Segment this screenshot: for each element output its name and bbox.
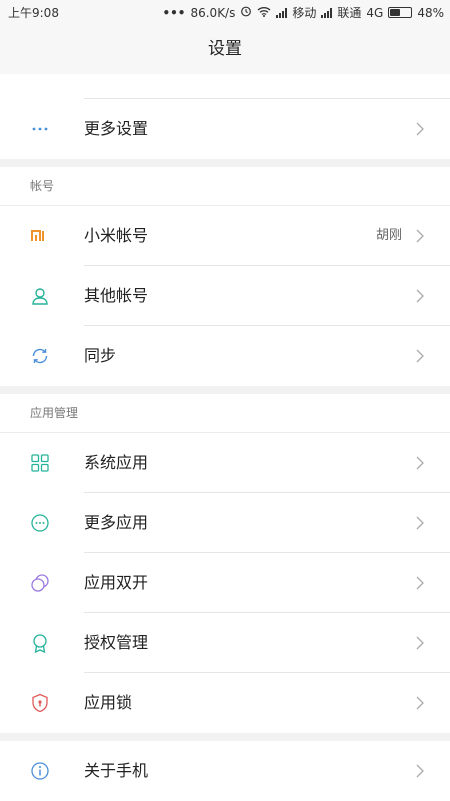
more-notifications-icon: ••• [162,5,186,20]
list-item-other-accounts[interactable]: 其他帐号 [0,266,450,326]
carrier-2: 联通 [337,6,362,20]
chevron-right-icon [412,575,428,591]
chevron-right-icon [412,228,428,244]
carrier-1: 移动 [292,6,317,20]
chevron-right-icon [412,695,428,711]
item-label: 应用锁 [84,693,133,712]
list-item-app-lock[interactable]: 应用锁 [0,673,450,733]
battery-icon [388,7,413,18]
more-circle-icon [30,513,50,533]
badge-icon [30,633,50,654]
list-item-dual-apps[interactable]: 应用双开 [0,553,450,613]
item-label: 应用双开 [84,573,149,592]
item-label: 小米帐号 [84,226,149,245]
list-item-permissions[interactable]: 授权管理 [0,613,450,673]
chevron-right-icon [412,348,428,364]
signal-icon [276,7,288,18]
list-item-more-settings[interactable]: 更多设置 [0,99,450,159]
section-header-account: 帐号 [0,167,450,206]
list-item-partial[interactable] [0,74,450,99]
person-icon [30,286,50,306]
net-speed: 86.0K/s [190,5,236,20]
shield-lock-icon [30,693,50,713]
item-label: 更多设置 [84,119,149,138]
item-label: 授权管理 [84,633,149,652]
grid-icon [30,453,50,473]
status-bar: 上午9:08 ••• 86.0K/s 移动 联通 4G 48% [0,0,450,24]
battery-percent: 48% [417,5,444,20]
wifi-icon [257,6,271,20]
settings-list: 更多设置 帐号 小米帐号 胡刚 其他帐号 同步 应用管理 系统应用 更多应用 应… [0,74,450,801]
dual-circle-icon [30,573,50,593]
mi-logo-icon [30,226,50,246]
item-label: 同步 [84,346,117,365]
section-header-app-management: 应用管理 [0,394,450,433]
chevron-right-icon [412,288,428,304]
item-value: 胡刚 [375,228,402,243]
list-item-system-apps[interactable]: 系统应用 [0,433,450,493]
item-label: 更多应用 [84,513,149,532]
chevron-right-icon [412,515,428,531]
list-item-mi-account[interactable]: 小米帐号 胡刚 [0,206,450,266]
list-item-more-apps[interactable]: 更多应用 [0,493,450,553]
status-time: 上午9:08 [8,6,59,20]
sync-icon [30,346,50,366]
page-title: 设置 [0,24,450,74]
item-label: 系统应用 [84,453,149,472]
alarm-icon [240,5,252,20]
info-icon [30,761,50,781]
chevron-right-icon [412,121,428,137]
network-type: 4G [366,5,384,20]
list-item-sync[interactable]: 同步 [0,326,450,386]
chevron-right-icon [412,455,428,471]
list-item-about-phone[interactable]: 关于手机 [0,741,450,801]
item-label: 其他帐号 [84,286,149,305]
chevron-right-icon [412,763,428,779]
more-dots-icon [30,119,50,139]
item-label: 关于手机 [84,761,149,780]
chevron-right-icon [412,635,428,651]
signal-icon [321,7,333,18]
